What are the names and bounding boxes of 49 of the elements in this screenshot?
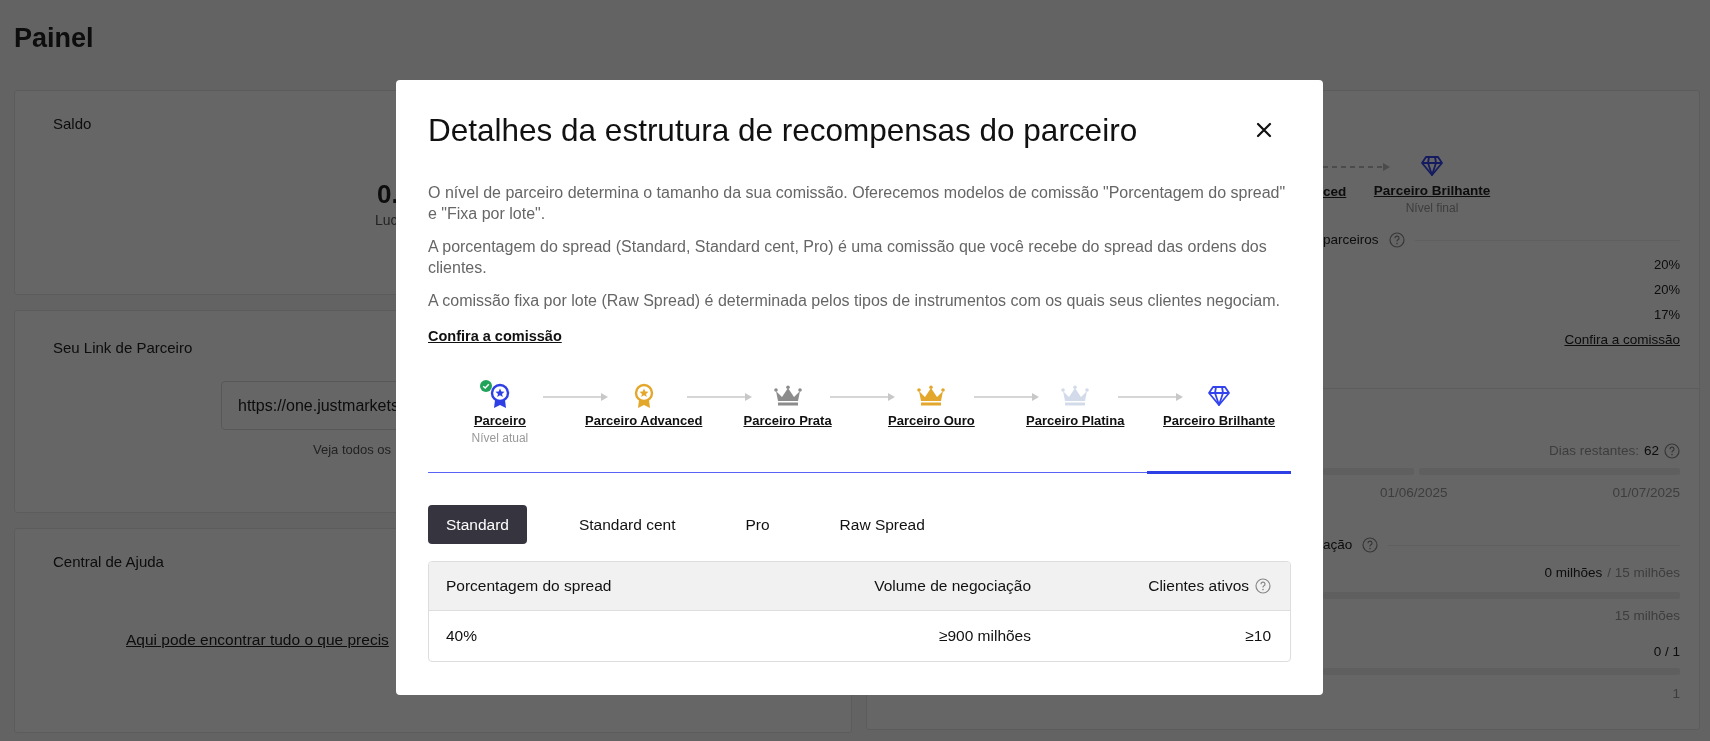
- clients-value: 0 / 1: [1653, 643, 1680, 661]
- volume-value: 0 milhões: [1544, 564, 1603, 582]
- column-header: Porcentagem do spread: [446, 577, 612, 595]
- section-title: ação: [1323, 536, 1353, 554]
- balance-label: Luc: [375, 211, 398, 229]
- page-title: Painel: [14, 22, 95, 55]
- table-cell: ≥10: [1245, 627, 1271, 645]
- column-header: Clientes ativos: [1148, 577, 1249, 595]
- diamond-icon: [1420, 155, 1444, 177]
- days-value: 62: [1643, 442, 1659, 460]
- level-link[interactable]: Parceiro Prata: [743, 412, 832, 430]
- account-tab[interactable]: Standard cent: [560, 505, 694, 544]
- column-header: Volume de negociação: [874, 577, 1031, 595]
- section-title: parceiros: [1323, 231, 1379, 249]
- help-icon[interactable]: [1255, 578, 1271, 594]
- help-icon[interactable]: [1664, 443, 1680, 459]
- commission-link[interactable]: Confira a comissão: [428, 327, 562, 345]
- account-tab[interactable]: Pro: [727, 505, 788, 544]
- step-arrow: [830, 392, 897, 402]
- level-link[interactable]: Parceiro Ouro: [888, 412, 975, 430]
- step-arrow: [542, 392, 609, 402]
- account-tab[interactable]: Standard: [428, 505, 527, 544]
- level-link[interactable]: Parceiro Advanced: [585, 412, 703, 430]
- help-icon[interactable]: [1362, 537, 1379, 553]
- card-title: Central de Ajuda: [53, 553, 164, 571]
- step-arrow: [686, 392, 753, 402]
- description-text: O nível de parceiro determina o tamanho da sua comissão. Oferecemos modelos de comissão "Porcentagem do spread" e "Fixa por lote".: [428, 183, 1287, 224]
- help-icon[interactable]: [1388, 232, 1405, 248]
- card-title: Seu Link de Parceiro: [53, 339, 193, 357]
- balance-amount: 0.: [377, 179, 399, 209]
- step-arrow: [974, 392, 1041, 402]
- rate-value: 20%: [1653, 281, 1680, 299]
- table-cell: ≥900 milhões: [938, 627, 1031, 645]
- table-cell: 40%: [446, 627, 478, 645]
- hint-text: Veja todos os: [313, 442, 392, 458]
- card-title: Saldo: [53, 115, 92, 133]
- dashed-arrow: [1323, 162, 1391, 172]
- description-text: A porcentagem do spread (Standard, Standard cent, Pro) é uma comissão que você recebe do spread das ordens dos clientes.: [428, 237, 1268, 278]
- rate-value: 17%: [1653, 306, 1680, 324]
- step-arrow: [1118, 392, 1185, 402]
- level-sublabel: Nível atual: [471, 430, 529, 446]
- level-link[interactable]: Parceiro: [473, 412, 526, 430]
- rate-value: 20%: [1653, 256, 1680, 274]
- level-link[interactable]: Parceiro Platina: [1026, 412, 1125, 430]
- description-text: A comissão fixa por lote (Raw Spread) é determinada pelos tipos de instrumentos com os quais seus clientes negociam.: [428, 291, 1281, 311]
- close-icon[interactable]: [1256, 122, 1272, 138]
- account-tab[interactable]: Raw Spread: [821, 505, 943, 544]
- modal-title: Detalhes da estrutura de recompensas do parceiro: [428, 112, 1138, 148]
- level-link[interactable]: Parceiro Brilhante: [1163, 412, 1276, 430]
